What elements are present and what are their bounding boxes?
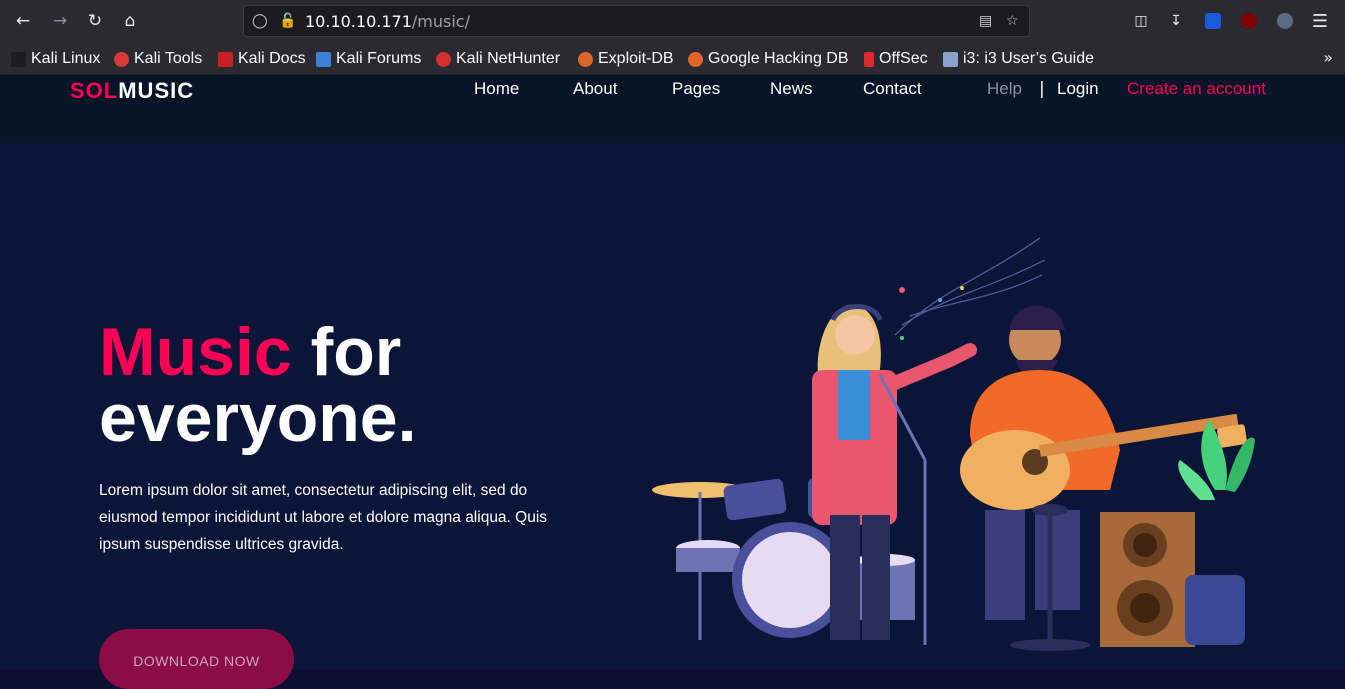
insecure-lock-icon[interactable]: 🔓 [279,13,296,29]
bookmark-google-hacking-db[interactable]: Google Hacking DB [688,49,849,69]
kali-forums-icon [316,51,331,67]
bookmark-offsec[interactable]: OffSec [864,49,928,69]
hero-title: Music for everyone. [99,318,417,452]
hero-title-line2: everyone. [99,380,417,456]
bookmark-label: Kali Forums [336,50,422,67]
download-now-button[interactable]: DOWNLOAD NOW [99,629,294,689]
bookmark-kali-nethunter[interactable]: Kali NetHunter [436,49,560,69]
bookmark-label: Google Hacking DB [708,50,849,67]
reader-view-icon[interactable]: ▤ [979,13,992,29]
bookmark-kali-tools[interactable]: Kali Tools [114,49,202,69]
hero-title-rest: for [291,314,402,390]
nav-home[interactable]: Home [474,79,519,99]
nethunter-icon [436,51,451,67]
ghdb-icon [688,51,703,67]
bookmark-kali-docs[interactable]: Kali Docs [218,49,306,69]
bookmarks-overflow-chevron-icon[interactable]: » [1323,48,1333,67]
url-host: 10.10.10.171 [305,12,412,31]
bookmark-label: OffSec [879,50,928,67]
shield-icon[interactable]: ◯ [252,13,268,29]
browser-toolbar: ← → ↻ ⌂ ◯ 🔓 10.10.10.171/music/ ▤ ☆ ◫ ↧ … [0,0,1345,42]
bookmark-kali-linux[interactable]: Kali Linux [11,49,100,69]
note-dot [938,298,942,302]
kali-tools-icon [114,51,129,67]
speaker-graphic [1100,512,1195,647]
bookmark-label: Kali Tools [134,50,203,67]
nav-about[interactable]: About [573,79,617,99]
url-path: /music/ [411,12,470,31]
logo-music: MUSIC [118,78,195,103]
bookmark-label: Kali NetHunter [456,50,561,67]
nav-news[interactable]: News [770,79,813,99]
menu-hamburger-icon[interactable]: ☰ [1310,11,1330,32]
bookmark-star-icon[interactable]: ☆ [1006,13,1019,29]
bitwarden-icon[interactable] [1203,11,1223,31]
kali-dragon-icon [11,51,26,67]
bookmark-label: Kali Linux [31,50,101,67]
hero-title-accent: Music [99,314,292,390]
bookmark-label: Exploit-DB [598,50,674,67]
note-dot [899,287,905,293]
kali-docs-icon [218,51,233,67]
offsec-icon [864,51,874,67]
note-dot [900,336,904,340]
i3-icon [943,51,958,67]
site-logo[interactable]: SOLMUSIC [70,78,194,104]
url-text[interactable]: 10.10.10.171/music/ [305,12,470,31]
nav-help[interactable]: Help [987,79,1022,99]
logo-sol: SOL [70,78,119,103]
address-bar[interactable]: ◯ 🔓 10.10.10.171/music/ ▤ ☆ [243,5,1030,37]
download-icon[interactable]: ↧ [1166,11,1186,31]
nav-separator: | [1039,79,1045,99]
hero-description: Lorem ipsum dolor sit amet, consectetur … [99,482,548,553]
bookmarks-bar: Kali Linux Kali Tools Kali Docs Kali For… [0,42,1345,75]
nav-login[interactable]: Login [1057,79,1099,99]
bookmark-label: Kali Docs [238,50,306,67]
pocket-icon[interactable]: ◫ [1131,11,1151,31]
bookmark-exploit-db[interactable]: Exploit-DB [578,49,674,69]
reload-icon[interactable]: ↻ [80,6,110,36]
bookmark-kali-forums[interactable]: Kali Forums [316,49,421,69]
home-icon[interactable]: ⌂ [115,6,145,36]
nav-contact[interactable]: Contact [863,79,922,99]
musicians-illustration [652,237,1255,651]
bookmark-label: i3: i3 User’s Guide [963,50,1095,67]
note-dot [960,286,964,290]
bookmark-i3-guide[interactable]: i3: i3 User’s Guide [943,49,1094,69]
back-arrow-icon[interactable]: ← [8,6,38,36]
exploit-db-icon [578,51,593,67]
forward-arrow-icon[interactable]: → [45,6,75,36]
nav-pages[interactable]: Pages [672,79,720,99]
site-header: SOLMUSIC Home About Pages News Contact H… [0,75,1345,143]
nav-create-account[interactable]: Create an account [1127,79,1266,99]
extension-cursor-icon[interactable] [1275,11,1295,31]
ublock-icon[interactable] [1239,11,1259,31]
